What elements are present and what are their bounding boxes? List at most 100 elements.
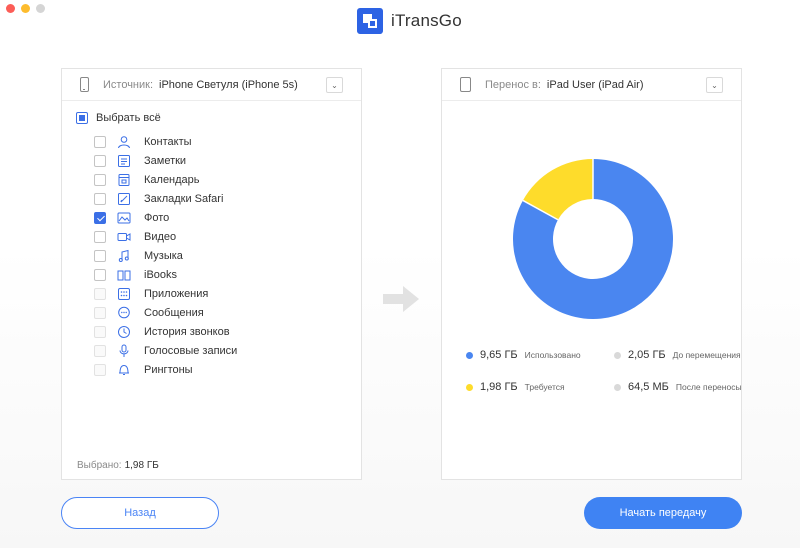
ringtones-icon — [117, 363, 131, 377]
source-label: Источник: — [103, 78, 154, 91]
data-type-label: Заметки — [144, 154, 187, 167]
arrow-right-icon — [383, 286, 419, 312]
data-type-checkbox[interactable] — [94, 249, 106, 262]
target-dropdown-button[interactable]: ⌄ — [706, 77, 723, 93]
window-close-button[interactable] — [6, 4, 15, 13]
voice-memos-icon — [117, 344, 131, 358]
legend-label: Использовано — [524, 350, 581, 360]
legend-value: 2,05 ГБ — [628, 349, 666, 361]
data-type-label: Контакты — [144, 135, 192, 148]
video-icon — [117, 230, 131, 244]
data-type-list: Контакты Заметки Календарь Закладки Safari Ф… — [94, 132, 237, 379]
source-device: iPhone Светуля (iPhone 5s) — [159, 78, 298, 91]
data-type-checkbox[interactable] — [94, 192, 106, 205]
legend-label: После переносы — [675, 382, 742, 392]
data-type-checkbox[interactable] — [94, 325, 106, 338]
selected-size-label: Выбрано: — [77, 460, 122, 471]
app-title: iTransGo — [391, 11, 462, 30]
data-type-checkbox[interactable] — [94, 344, 106, 357]
target-panel: Перенос в: iPad User (iPad Air) ⌄ 9,65 Г… — [441, 68, 742, 480]
legend-dot — [466, 383, 473, 391]
source-dropdown-button[interactable]: ⌄ — [326, 77, 343, 93]
legend-dot — [466, 351, 473, 359]
call-history-icon — [117, 325, 131, 339]
data-type-label: iBooks — [144, 268, 178, 281]
start-transfer-button[interactable]: Начать передачу — [584, 497, 742, 529]
target-device: iPad User (iPad Air) — [546, 78, 644, 91]
data-type-label: Сообщения — [144, 306, 204, 319]
title-bar: iTransGo — [0, 0, 800, 42]
target-header: Перенос в: iPad User (iPad Air) ⌄ — [442, 69, 741, 101]
data-type-label: Закладки Safari — [144, 192, 224, 205]
bookmarks-icon — [117, 192, 131, 206]
data-type-label: Музыка — [144, 249, 183, 262]
notes-icon — [117, 154, 131, 168]
source-header: Источник: iPhone Светуля (iPhone 5s) ⌄ — [62, 69, 361, 101]
contacts-icon — [117, 135, 131, 149]
data-type-checkbox[interactable] — [94, 135, 106, 148]
data-type-checkbox[interactable] — [94, 363, 106, 376]
data-type-item[interactable]: iBooks — [94, 265, 237, 284]
data-type-item[interactable]: Голосовые записи — [94, 341, 237, 360]
source-panel: Источник: iPhone Светуля (iPhone 5s) ⌄ В… — [61, 68, 362, 480]
legend-item: 9,65 ГБ Использовано — [466, 349, 581, 361]
legend-dot — [614, 351, 621, 359]
data-type-checkbox[interactable] — [94, 287, 106, 300]
chevron-down-icon: ⌄ — [331, 80, 338, 90]
selected-size-value: 1,98 ГБ — [124, 460, 159, 471]
legend-item: 64,5 МБ После переносы — [614, 381, 742, 393]
data-type-item[interactable]: Видео — [94, 227, 237, 246]
window-minimize-button[interactable] — [21, 4, 30, 13]
data-type-checkbox[interactable] — [94, 154, 106, 167]
selected-size: Выбрано: 1,98 ГБ — [77, 460, 159, 471]
data-type-item[interactable]: Заметки — [94, 151, 237, 170]
data-type-item[interactable]: Контакты — [94, 132, 237, 151]
target-label: Перенос в: — [485, 78, 541, 91]
data-type-label: Голосовые записи — [144, 344, 238, 357]
data-type-item[interactable]: Закладки Safari — [94, 189, 237, 208]
data-type-checkbox[interactable] — [94, 306, 106, 319]
select-all-label: Выбрать всё — [96, 112, 161, 124]
data-type-item[interactable]: Фото — [94, 208, 237, 227]
data-type-item[interactable]: История звонков — [94, 322, 237, 341]
iphone-icon — [80, 77, 89, 92]
data-type-label: Фото — [144, 211, 170, 224]
select-all-row[interactable]: Выбрать всё — [76, 112, 161, 124]
ipad-icon — [460, 77, 471, 92]
storage-donut-chart — [513, 159, 673, 319]
data-type-item[interactable]: Музыка — [94, 246, 237, 265]
window-maximize-button[interactable] — [36, 4, 45, 13]
chevron-down-icon: ⌄ — [711, 80, 718, 90]
data-type-label: Календарь — [144, 173, 200, 186]
data-type-item[interactable]: Календарь — [94, 170, 237, 189]
itransgo-logo-icon — [357, 8, 383, 34]
app-brand: iTransGo — [357, 8, 462, 34]
photo-icon — [117, 211, 131, 225]
legend-item: 1,98 ГБ Требуется — [466, 381, 565, 393]
data-type-label: Видео — [144, 230, 177, 243]
data-type-label: Рингтоны — [144, 363, 193, 376]
data-type-checkbox[interactable] — [94, 173, 106, 186]
data-type-label: Приложения — [144, 287, 209, 300]
legend-label: Требуется — [524, 382, 565, 392]
music-icon — [117, 249, 131, 263]
messages-icon — [117, 306, 131, 320]
ibooks-icon — [117, 268, 131, 282]
data-type-checkbox[interactable] — [94, 211, 106, 224]
legend-value: 9,65 ГБ — [480, 349, 518, 361]
data-type-item[interactable]: Сообщения — [94, 303, 237, 322]
select-all-checkbox[interactable] — [76, 112, 88, 124]
legend-value: 1,98 ГБ — [480, 381, 518, 393]
legend-item: 2,05 ГБ До перемещения — [614, 349, 741, 361]
back-button[interactable]: Назад — [61, 497, 219, 529]
apps-icon — [117, 287, 131, 301]
data-type-checkbox[interactable] — [94, 268, 106, 281]
data-type-checkbox[interactable] — [94, 230, 106, 243]
legend-value: 64,5 МБ — [628, 381, 669, 393]
legend-label: До перемещения — [672, 350, 741, 360]
data-type-label: История звонков — [144, 325, 230, 338]
data-type-item[interactable]: Рингтоны — [94, 360, 237, 379]
calendar-icon — [117, 173, 131, 187]
data-type-item[interactable]: Приложения — [94, 284, 237, 303]
legend-dot — [614, 383, 621, 391]
